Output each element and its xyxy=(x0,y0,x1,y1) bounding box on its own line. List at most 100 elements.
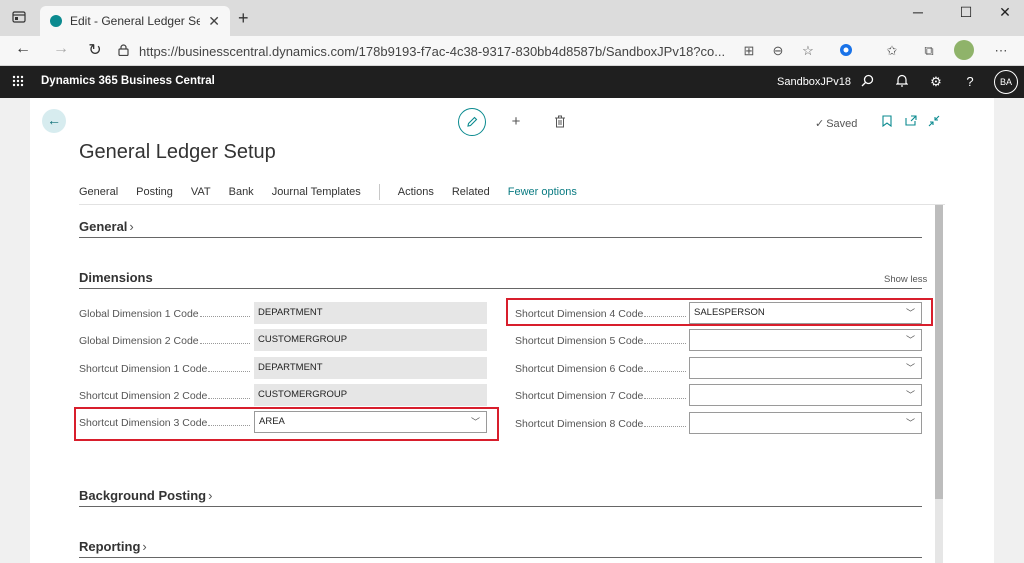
section-dimensions-header[interactable]: Dimensions xyxy=(79,270,153,285)
maximize-window-icon[interactable]: ☐ xyxy=(951,4,981,21)
close-window-icon[interactable]: ✕ xyxy=(990,4,1020,21)
highlight-box-shortcut-dimension-3 xyxy=(74,407,499,441)
back-arrow-icon[interactable]: ← xyxy=(13,40,33,58)
show-less-link[interactable]: Show less xyxy=(884,274,927,285)
chevron-down-icon: ﹀ xyxy=(905,390,915,400)
label-leader xyxy=(644,398,686,399)
label-leader xyxy=(644,343,686,344)
section-reporting-header[interactable]: Reporting › xyxy=(79,539,147,554)
back-page-icon[interactable]: ← xyxy=(42,109,66,133)
extension-icon[interactable] xyxy=(838,43,854,60)
close-tab-icon[interactable]: ✕ xyxy=(208,13,220,30)
lock-icon xyxy=(118,43,129,59)
chevron-right-icon: › xyxy=(129,219,134,234)
section-general-divider xyxy=(79,237,922,238)
section-background-posting-title: Background Posting xyxy=(79,488,207,503)
chevron-down-icon: ﹀ xyxy=(905,335,915,345)
label-leader xyxy=(644,371,686,372)
menu-separator xyxy=(378,184,380,200)
edit-pencil-icon[interactable] xyxy=(458,108,486,136)
refresh-icon[interactable]: ↻ xyxy=(85,40,105,60)
highlight-box-shortcut-dimension-4 xyxy=(506,298,933,326)
browser-tab-active[interactable]: Edit - General Ledger Setup - Dy ✕ xyxy=(40,6,230,36)
shortcut-dimension-1-label: Shortcut Dimension 1 Code xyxy=(79,363,208,375)
section-dimensions-divider xyxy=(79,288,922,289)
forward-arrow-icon[interactable]: → xyxy=(51,40,71,58)
menu-general[interactable]: General xyxy=(79,186,118,198)
bookmark-icon[interactable] xyxy=(880,115,894,130)
chevron-right-icon: › xyxy=(208,488,213,503)
global-dimension-1-field: DEPARTMENT xyxy=(254,302,487,324)
label-leader xyxy=(208,398,250,399)
shortcut-dimension-5-dropdown[interactable]: ﹀ xyxy=(689,329,922,351)
checkmark-icon: ✓ xyxy=(815,118,825,130)
search-icon[interactable] xyxy=(859,74,875,90)
saved-label: Saved xyxy=(826,118,858,130)
label-leader xyxy=(208,371,250,372)
label-leader xyxy=(200,343,250,344)
browser-tab-bar: Edit - General Ledger Setup - Dy ✕ + ─ ☐… xyxy=(0,0,1024,36)
collections-icon[interactable]: ⧉ xyxy=(921,43,937,59)
section-background-posting-header[interactable]: Background Posting › xyxy=(79,488,212,503)
section-background-posting-divider xyxy=(79,506,922,507)
section-reporting-title: Reporting xyxy=(79,539,141,554)
shortcut-dimension-6-label: Shortcut Dimension 6 Code xyxy=(515,363,644,375)
menu-bank[interactable]: Bank xyxy=(229,186,254,198)
scrollbar-thumb[interactable] xyxy=(935,205,943,499)
action-menu-bar: General Posting VAT Bank Journal Templat… xyxy=(79,184,595,200)
section-general-header[interactable]: General › xyxy=(79,219,134,234)
settings-gear-icon[interactable]: ⚙ xyxy=(928,74,944,90)
product-name[interactable]: Dynamics 365 Business Central xyxy=(41,75,215,87)
reader-view-icon[interactable]: ⊞ xyxy=(741,43,757,59)
open-new-window-icon[interactable] xyxy=(904,115,918,129)
notifications-bell-icon[interactable] xyxy=(894,74,910,90)
menu-vat[interactable]: VAT xyxy=(191,186,211,198)
menu-divider xyxy=(79,204,945,205)
shortcut-dimension-7-label: Shortcut Dimension 7 Code xyxy=(515,390,644,402)
more-options-icon[interactable]: ⋯ xyxy=(993,43,1009,59)
chevron-right-icon: › xyxy=(142,539,147,554)
label-leader xyxy=(200,316,250,317)
browser-profile-avatar[interactable] xyxy=(954,40,974,60)
browser-tab-title: Edit - General Ledger Setup - Dy xyxy=(70,14,201,28)
label-leader xyxy=(644,426,686,427)
menu-actions[interactable]: Actions xyxy=(398,186,434,198)
chevron-down-icon: ﹀ xyxy=(905,363,915,373)
shortcut-dimension-5-label: Shortcut Dimension 5 Code xyxy=(515,335,644,347)
shortcut-dimension-8-dropdown[interactable]: ﹀ xyxy=(689,412,922,434)
shortcut-dimension-2-label: Shortcut Dimension 2 Code xyxy=(79,390,208,402)
menu-posting[interactable]: Posting xyxy=(136,186,173,198)
minimize-window-icon[interactable]: ─ xyxy=(903,4,933,20)
app-launcher-icon[interactable] xyxy=(12,75,24,90)
zoom-icon[interactable]: ⊖ xyxy=(770,43,786,59)
global-dimension-1-label: Global Dimension 1 Code xyxy=(79,308,199,320)
shortcut-dimension-2-field: CUSTOMERGROUP xyxy=(254,384,487,406)
url-field[interactable]: https://businesscentral.dynamics.com/178… xyxy=(118,39,832,63)
section-general-title: General xyxy=(79,219,128,234)
fewer-options-link[interactable]: Fewer options xyxy=(508,186,577,198)
shortcut-dimension-6-dropdown[interactable]: ﹀ xyxy=(689,357,922,379)
global-dimension-2-field: CUSTOMERGROUP xyxy=(254,329,487,351)
delete-trash-icon[interactable] xyxy=(552,115,568,132)
page-title: General Ledger Setup xyxy=(79,141,276,163)
favorites-icon[interactable]: ✩ xyxy=(884,43,900,59)
shortcut-dimension-8-label: Shortcut Dimension 8 Code xyxy=(515,418,644,430)
menu-journal-templates[interactable]: Journal Templates xyxy=(272,186,361,198)
shortcut-dimension-1-field: DEPARTMENT xyxy=(254,357,487,379)
collapse-icon[interactable] xyxy=(927,115,941,130)
company-name[interactable]: SandboxJPv18 xyxy=(777,76,851,88)
business-central-favicon-icon xyxy=(50,15,62,27)
user-avatar[interactable]: BA xyxy=(994,70,1018,94)
help-icon[interactable]: ? xyxy=(962,74,978,89)
chevron-down-icon: ﹀ xyxy=(905,418,915,428)
new-record-plus-icon[interactable]: + xyxy=(508,113,524,130)
global-dimension-2-label: Global Dimension 2 Code xyxy=(79,335,199,347)
new-tab-icon[interactable]: + xyxy=(238,8,249,29)
bc-top-bar: Dynamics 365 Business Central SandboxJPv… xyxy=(0,66,1024,98)
shortcut-dimension-7-dropdown[interactable]: ﹀ xyxy=(689,384,922,406)
tab-actions-icon[interactable] xyxy=(12,10,28,26)
add-favorite-icon[interactable]: ☆ xyxy=(800,43,816,59)
section-reporting-divider xyxy=(79,557,922,558)
browser-address-bar: ← → ↻ https://businesscentral.dynamics.c… xyxy=(0,36,1024,66)
menu-related[interactable]: Related xyxy=(452,186,490,198)
